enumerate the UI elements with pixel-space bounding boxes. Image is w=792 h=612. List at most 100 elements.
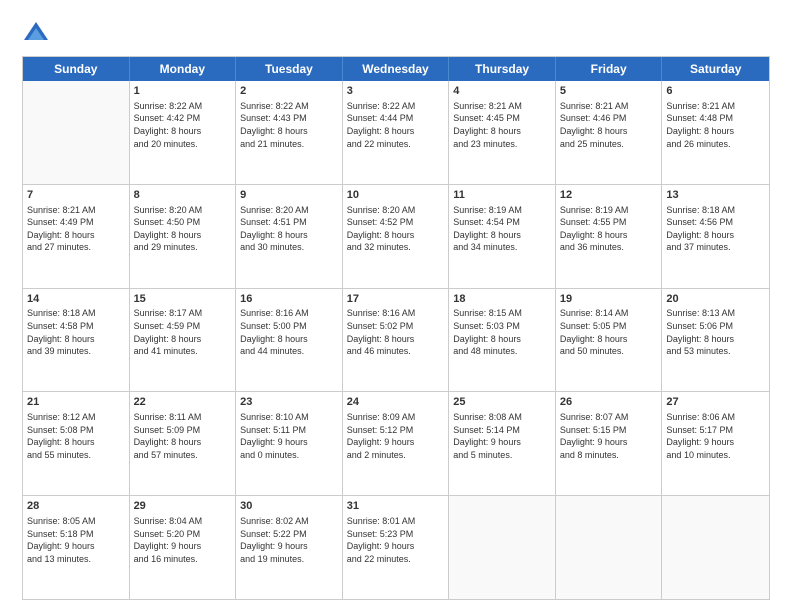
day-number: 19 <box>560 292 658 307</box>
calendar-cell-day-12: 12Sunrise: 8:19 AM Sunset: 4:55 PM Dayli… <box>556 185 663 288</box>
day-number: 7 <box>27 188 125 203</box>
calendar-cell-day-22: 22Sunrise: 8:11 AM Sunset: 5:09 PM Dayli… <box>130 392 237 495</box>
calendar-cell-day-29: 29Sunrise: 8:04 AM Sunset: 5:20 PM Dayli… <box>130 496 237 599</box>
day-number: 2 <box>240 84 338 99</box>
calendar-cell-day-27: 27Sunrise: 8:06 AM Sunset: 5:17 PM Dayli… <box>662 392 769 495</box>
day-number: 8 <box>134 188 232 203</box>
day-number: 12 <box>560 188 658 203</box>
calendar-row-1: 1Sunrise: 8:22 AM Sunset: 4:42 PM Daylig… <box>23 81 769 184</box>
day-number: 25 <box>453 395 551 410</box>
day-number: 26 <box>560 395 658 410</box>
calendar-cell-day-15: 15Sunrise: 8:17 AM Sunset: 4:59 PM Dayli… <box>130 289 237 392</box>
calendar-row-4: 21Sunrise: 8:12 AM Sunset: 5:08 PM Dayli… <box>23 391 769 495</box>
day-number: 22 <box>134 395 232 410</box>
day-number: 20 <box>666 292 765 307</box>
day-number: 5 <box>560 84 658 99</box>
calendar-cell-day-26: 26Sunrise: 8:07 AM Sunset: 5:15 PM Dayli… <box>556 392 663 495</box>
calendar-cell-day-18: 18Sunrise: 8:15 AM Sunset: 5:03 PM Dayli… <box>449 289 556 392</box>
header-day-monday: Monday <box>130 57 237 81</box>
header-day-friday: Friday <box>556 57 663 81</box>
day-number: 15 <box>134 292 232 307</box>
calendar-cell-day-6: 6Sunrise: 8:21 AM Sunset: 4:48 PM Daylig… <box>662 81 769 184</box>
header-day-wednesday: Wednesday <box>343 57 450 81</box>
cell-info: Sunrise: 8:04 AM Sunset: 5:20 PM Dayligh… <box>134 515 232 565</box>
cell-info: Sunrise: 8:16 AM Sunset: 5:02 PM Dayligh… <box>347 307 445 357</box>
day-number: 9 <box>240 188 338 203</box>
day-number: 16 <box>240 292 338 307</box>
header-day-saturday: Saturday <box>662 57 769 81</box>
calendar-body: 1Sunrise: 8:22 AM Sunset: 4:42 PM Daylig… <box>23 81 769 599</box>
calendar-cell-day-7: 7Sunrise: 8:21 AM Sunset: 4:49 PM Daylig… <box>23 185 130 288</box>
cell-info: Sunrise: 8:19 AM Sunset: 4:54 PM Dayligh… <box>453 204 551 254</box>
calendar-cell-empty <box>23 81 130 184</box>
day-number: 1 <box>134 84 232 99</box>
cell-info: Sunrise: 8:21 AM Sunset: 4:46 PM Dayligh… <box>560 100 658 150</box>
day-number: 4 <box>453 84 551 99</box>
cell-info: Sunrise: 8:22 AM Sunset: 4:42 PM Dayligh… <box>134 100 232 150</box>
cell-info: Sunrise: 8:21 AM Sunset: 4:45 PM Dayligh… <box>453 100 551 150</box>
cell-info: Sunrise: 8:21 AM Sunset: 4:49 PM Dayligh… <box>27 204 125 254</box>
day-number: 14 <box>27 292 125 307</box>
calendar-cell-day-31: 31Sunrise: 8:01 AM Sunset: 5:23 PM Dayli… <box>343 496 450 599</box>
calendar-cell-day-24: 24Sunrise: 8:09 AM Sunset: 5:12 PM Dayli… <box>343 392 450 495</box>
cell-info: Sunrise: 8:19 AM Sunset: 4:55 PM Dayligh… <box>560 204 658 254</box>
cell-info: Sunrise: 8:20 AM Sunset: 4:51 PM Dayligh… <box>240 204 338 254</box>
day-number: 3 <box>347 84 445 99</box>
cell-info: Sunrise: 8:12 AM Sunset: 5:08 PM Dayligh… <box>27 411 125 461</box>
calendar-cell-day-10: 10Sunrise: 8:20 AM Sunset: 4:52 PM Dayli… <box>343 185 450 288</box>
day-number: 24 <box>347 395 445 410</box>
day-number: 10 <box>347 188 445 203</box>
day-number: 11 <box>453 188 551 203</box>
day-number: 21 <box>27 395 125 410</box>
header-day-sunday: Sunday <box>23 57 130 81</box>
cell-info: Sunrise: 8:22 AM Sunset: 4:44 PM Dayligh… <box>347 100 445 150</box>
cell-info: Sunrise: 8:01 AM Sunset: 5:23 PM Dayligh… <box>347 515 445 565</box>
calendar-cell-day-28: 28Sunrise: 8:05 AM Sunset: 5:18 PM Dayli… <box>23 496 130 599</box>
calendar-row-2: 7Sunrise: 8:21 AM Sunset: 4:49 PM Daylig… <box>23 184 769 288</box>
calendar-cell-empty <box>556 496 663 599</box>
calendar-cell-day-8: 8Sunrise: 8:20 AM Sunset: 4:50 PM Daylig… <box>130 185 237 288</box>
calendar-cell-day-5: 5Sunrise: 8:21 AM Sunset: 4:46 PM Daylig… <box>556 81 663 184</box>
cell-info: Sunrise: 8:15 AM Sunset: 5:03 PM Dayligh… <box>453 307 551 357</box>
cell-info: Sunrise: 8:22 AM Sunset: 4:43 PM Dayligh… <box>240 100 338 150</box>
cell-info: Sunrise: 8:18 AM Sunset: 4:56 PM Dayligh… <box>666 204 765 254</box>
calendar-cell-day-23: 23Sunrise: 8:10 AM Sunset: 5:11 PM Dayli… <box>236 392 343 495</box>
day-number: 13 <box>666 188 765 203</box>
calendar-cell-day-13: 13Sunrise: 8:18 AM Sunset: 4:56 PM Dayli… <box>662 185 769 288</box>
cell-info: Sunrise: 8:09 AM Sunset: 5:12 PM Dayligh… <box>347 411 445 461</box>
cell-info: Sunrise: 8:11 AM Sunset: 5:09 PM Dayligh… <box>134 411 232 461</box>
calendar-cell-empty <box>449 496 556 599</box>
cell-info: Sunrise: 8:14 AM Sunset: 5:05 PM Dayligh… <box>560 307 658 357</box>
cell-info: Sunrise: 8:18 AM Sunset: 4:58 PM Dayligh… <box>27 307 125 357</box>
calendar: SundayMondayTuesdayWednesdayThursdayFrid… <box>22 56 770 600</box>
calendar-cell-day-11: 11Sunrise: 8:19 AM Sunset: 4:54 PM Dayli… <box>449 185 556 288</box>
page: SundayMondayTuesdayWednesdayThursdayFrid… <box>0 0 792 612</box>
header <box>22 18 770 46</box>
day-number: 18 <box>453 292 551 307</box>
calendar-cell-day-17: 17Sunrise: 8:16 AM Sunset: 5:02 PM Dayli… <box>343 289 450 392</box>
cell-info: Sunrise: 8:16 AM Sunset: 5:00 PM Dayligh… <box>240 307 338 357</box>
calendar-cell-day-20: 20Sunrise: 8:13 AM Sunset: 5:06 PM Dayli… <box>662 289 769 392</box>
cell-info: Sunrise: 8:06 AM Sunset: 5:17 PM Dayligh… <box>666 411 765 461</box>
logo-icon <box>22 18 50 46</box>
cell-info: Sunrise: 8:07 AM Sunset: 5:15 PM Dayligh… <box>560 411 658 461</box>
calendar-cell-day-16: 16Sunrise: 8:16 AM Sunset: 5:00 PM Dayli… <box>236 289 343 392</box>
day-number: 31 <box>347 499 445 514</box>
calendar-cell-day-30: 30Sunrise: 8:02 AM Sunset: 5:22 PM Dayli… <box>236 496 343 599</box>
day-number: 29 <box>134 499 232 514</box>
header-day-thursday: Thursday <box>449 57 556 81</box>
day-number: 28 <box>27 499 125 514</box>
cell-info: Sunrise: 8:08 AM Sunset: 5:14 PM Dayligh… <box>453 411 551 461</box>
calendar-row-5: 28Sunrise: 8:05 AM Sunset: 5:18 PM Dayli… <box>23 495 769 599</box>
calendar-cell-day-9: 9Sunrise: 8:20 AM Sunset: 4:51 PM Daylig… <box>236 185 343 288</box>
cell-info: Sunrise: 8:17 AM Sunset: 4:59 PM Dayligh… <box>134 307 232 357</box>
calendar-cell-day-14: 14Sunrise: 8:18 AM Sunset: 4:58 PM Dayli… <box>23 289 130 392</box>
calendar-cell-day-2: 2Sunrise: 8:22 AM Sunset: 4:43 PM Daylig… <box>236 81 343 184</box>
calendar-cell-day-19: 19Sunrise: 8:14 AM Sunset: 5:05 PM Dayli… <box>556 289 663 392</box>
calendar-cell-day-3: 3Sunrise: 8:22 AM Sunset: 4:44 PM Daylig… <box>343 81 450 184</box>
cell-info: Sunrise: 8:20 AM Sunset: 4:50 PM Dayligh… <box>134 204 232 254</box>
calendar-cell-day-1: 1Sunrise: 8:22 AM Sunset: 4:42 PM Daylig… <box>130 81 237 184</box>
day-number: 23 <box>240 395 338 410</box>
cell-info: Sunrise: 8:10 AM Sunset: 5:11 PM Dayligh… <box>240 411 338 461</box>
day-number: 30 <box>240 499 338 514</box>
